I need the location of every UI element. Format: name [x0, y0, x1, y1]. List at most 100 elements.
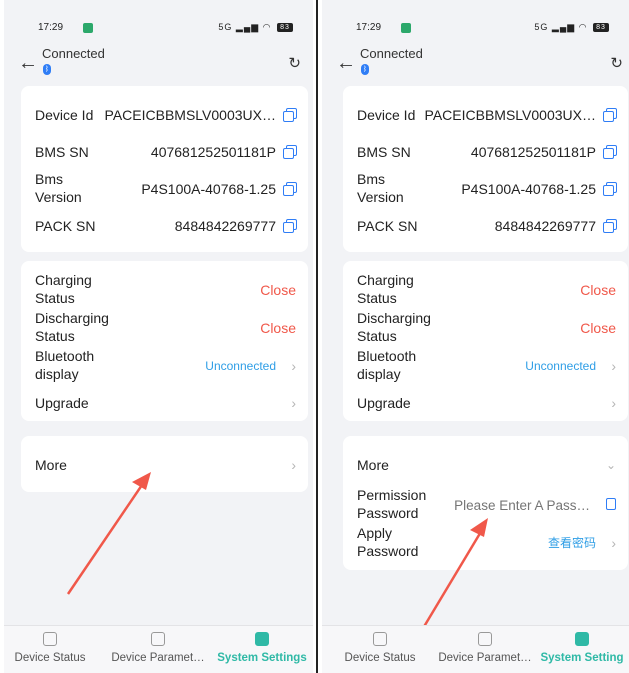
- battery-icon: 83: [593, 23, 609, 33]
- back-arrow-icon[interactable]: ←: [336, 52, 356, 75]
- pack-sn-label: PACK SN: [357, 218, 418, 234]
- apply-password-row[interactable]: Apply Password 查看密码 ›: [357, 524, 616, 560]
- device-info-card: Device Id PACEICBBMSLV0003UX… BMS SN 407…: [21, 86, 308, 252]
- controls-card: Charging Status Close Discharging Status…: [21, 261, 308, 421]
- tab-device-status[interactable]: Device Status: [4, 632, 100, 664]
- phone-screen-left: 17:29 5G ▂▄▆ ◠ 83 ← Connected ᛒ ↻ Device…: [4, 0, 313, 673]
- permission-password-input[interactable]: [450, 495, 590, 515]
- chevron-right-icon: ›: [291, 457, 296, 473]
- copy-icon[interactable]: [603, 219, 617, 233]
- refresh-icon[interactable]: ↻: [610, 54, 623, 72]
- copy-icon[interactable]: [283, 145, 297, 159]
- chart-icon: [478, 632, 492, 646]
- bluetooth-display-label: Bluetooth display: [357, 348, 417, 382]
- copy-icon[interactable]: [603, 108, 617, 122]
- status-time: 17:29: [38, 22, 64, 33]
- device-id-label: Device Id: [35, 107, 94, 123]
- chevron-right-icon: ›: [291, 395, 296, 411]
- bms-version-value: P4S100A-40768-1.25: [141, 181, 276, 197]
- connection-status: Connected: [360, 46, 423, 61]
- bluetooth-display-value: Unconnected: [205, 359, 276, 373]
- discharging-status-row[interactable]: Discharging Status Close: [35, 309, 296, 345]
- bluetooth-display-row[interactable]: Bluetooth display Unconnected ›: [35, 347, 296, 383]
- bms-sn-value: 407681252501181P: [470, 144, 596, 160]
- pack-sn-label: PACK SN: [35, 218, 96, 234]
- signal-icon: 5G ▂▄▆ ◠ 83: [218, 22, 293, 33]
- device-id-label: Device Id: [357, 107, 416, 123]
- upgrade-label: Upgrade: [357, 395, 411, 411]
- back-arrow-icon[interactable]: ←: [18, 52, 38, 75]
- bluetooth-display-row[interactable]: Bluetooth display Unconnected ›: [357, 347, 616, 383]
- charging-status-value[interactable]: Close: [260, 281, 296, 299]
- server-icon: [373, 632, 387, 646]
- refresh-icon[interactable]: ↻: [288, 54, 301, 72]
- device-id-value: PACEICBBMSLV0003UX…: [104, 107, 276, 123]
- phone-screen-right: 17:29 5G ▂▄▆ ◠ 83 ← Connected ᛒ ↻ Device…: [322, 0, 629, 673]
- discharging-status-value[interactable]: Close: [580, 319, 616, 337]
- status-bar: 17:29 5G ▂▄▆ ◠ 83: [38, 22, 293, 36]
- copy-icon[interactable]: [283, 182, 297, 196]
- bluetooth-display-value: Unconnected: [525, 359, 596, 373]
- tab-device-status[interactable]: Device Status: [330, 632, 430, 664]
- bms-sn-label: BMS SN: [357, 144, 411, 160]
- copy-icon[interactable]: [603, 182, 617, 196]
- chevron-down-icon: ⌄: [605, 458, 616, 472]
- server-icon: [43, 632, 57, 646]
- tab-system-settings[interactable]: System Setting: [532, 632, 629, 664]
- bms-sn-value: 407681252501181P: [150, 144, 276, 160]
- tab-device-parameters[interactable]: Device Paramet…: [108, 632, 208, 664]
- bluetooth-icon: ᛒ: [361, 64, 369, 75]
- connection-status: Connected: [42, 46, 105, 61]
- chart-icon: [151, 632, 165, 646]
- apply-password-label: Apply Password: [357, 525, 419, 559]
- permission-password-row: Permission Password: [357, 486, 616, 522]
- upgrade-label: Upgrade: [35, 395, 89, 411]
- screenshot-divider: [316, 0, 318, 673]
- permission-password-label: Permission Password: [357, 487, 427, 521]
- bms-version-label: Bms Version: [35, 171, 82, 205]
- message-icon: [401, 23, 411, 33]
- discharging-status-label: Discharging Status: [357, 310, 431, 344]
- signal-icon: 5G ▂▄▆ ◠ 83: [534, 22, 609, 33]
- tab-device-parameters[interactable]: Device Paramet…: [435, 632, 535, 664]
- settings-icon: [255, 632, 269, 646]
- chevron-right-icon: ›: [611, 535, 616, 551]
- controls-card: Charging Status Close Discharging Status…: [343, 261, 628, 421]
- pack-sn-value: 8484842269777: [174, 218, 276, 234]
- device-info-card: Device Id PACEICBBMSLV0003UX… BMS SN 407…: [343, 86, 628, 252]
- bms-sn-label: BMS SN: [35, 144, 89, 160]
- bms-version-value: P4S100A-40768-1.25: [461, 181, 596, 197]
- discharging-status-label: Discharging Status: [35, 310, 109, 344]
- charging-status-row[interactable]: Charging Status Close: [357, 271, 616, 307]
- charging-status-label: Charging Status: [357, 272, 414, 306]
- copy-icon[interactable]: [283, 108, 297, 122]
- pack-sn-value: 8484842269777: [494, 218, 596, 234]
- chevron-right-icon: ›: [611, 395, 616, 411]
- bottom-tab-bar: Device Status Device Paramet… System Set…: [322, 625, 629, 673]
- save-icon[interactable]: [606, 498, 616, 510]
- bluetooth-icon: ᛒ: [43, 64, 51, 75]
- copy-icon[interactable]: [603, 145, 617, 159]
- bms-version-label: Bms Version: [357, 171, 404, 205]
- charging-status-row[interactable]: Charging Status Close: [35, 271, 296, 307]
- discharging-status-row[interactable]: Discharging Status Close: [357, 309, 616, 345]
- tab-system-settings[interactable]: System Settings: [212, 632, 312, 664]
- bluetooth-display-label: Bluetooth display: [35, 348, 95, 382]
- discharging-status-value[interactable]: Close: [260, 319, 296, 337]
- bottom-tab-bar: Device Status Device Paramet… System Set…: [4, 625, 313, 673]
- battery-icon: 83: [277, 23, 293, 33]
- status-time: 17:29: [356, 22, 382, 33]
- copy-icon[interactable]: [283, 219, 297, 233]
- chevron-right-icon: ›: [611, 358, 616, 374]
- view-password-link[interactable]: 查看密码: [548, 534, 596, 552]
- settings-icon: [575, 632, 589, 646]
- more-card-expanded: More ⌄ Permission Password Apply Passwor…: [343, 436, 628, 570]
- chevron-right-icon: ›: [291, 358, 296, 374]
- more-label: More: [357, 457, 389, 473]
- charging-status-label: Charging Status: [35, 272, 92, 306]
- charging-status-value[interactable]: Close: [580, 281, 616, 299]
- app-header: ← Connected ᛒ ↻: [336, 44, 623, 84]
- device-id-value: PACEICBBMSLV0003UX…: [424, 107, 596, 123]
- more-card[interactable]: More ›: [21, 436, 308, 492]
- status-bar: 17:29 5G ▂▄▆ ◠ 83: [356, 22, 609, 36]
